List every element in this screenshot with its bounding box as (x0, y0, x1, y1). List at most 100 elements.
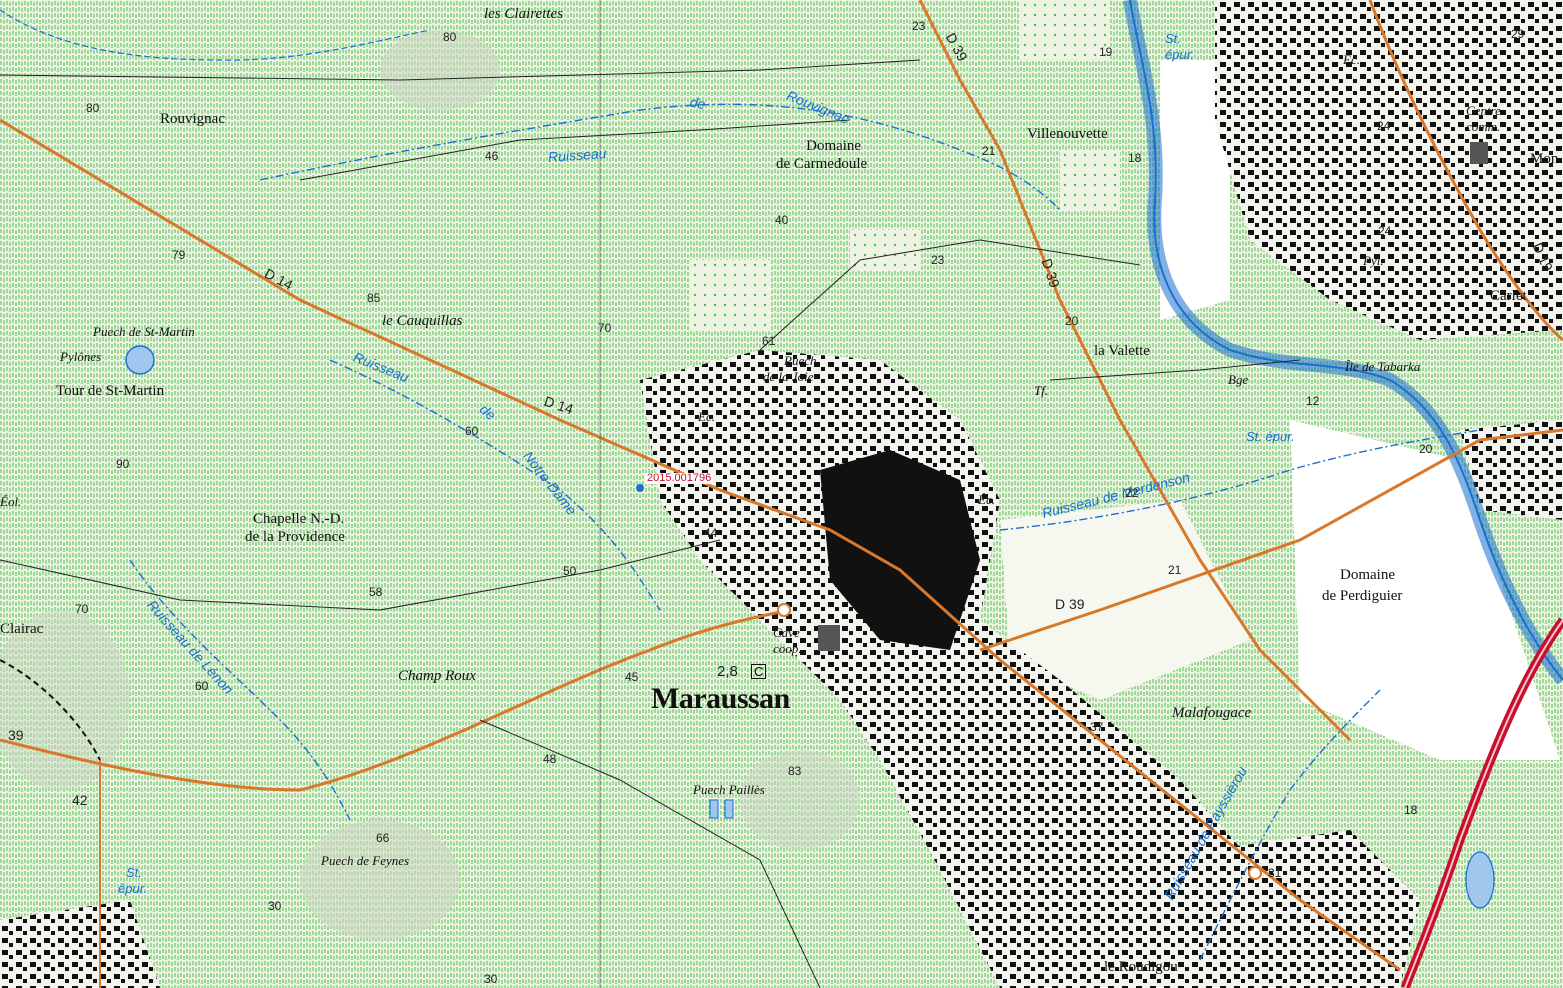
label-ile-tabarka: Île de Tabarka (1345, 359, 1421, 374)
label-malafougace: Malafougace (1172, 705, 1252, 721)
altitude-label: 40 (775, 213, 789, 227)
altitude-label: 30 (484, 972, 498, 986)
reference-label[interactable]: 2015.001796 (645, 473, 714, 484)
label-pyl: Pyl. (1363, 253, 1384, 268)
altitude-label: 46 (485, 149, 499, 163)
label-la-valette: la Valette (1094, 343, 1150, 359)
altitude-label: 24 (1377, 119, 1391, 133)
altitude-label: 60 (465, 424, 479, 438)
label-clairac: Clairac (0, 621, 44, 637)
altitude-label: 2,8 (717, 663, 738, 680)
altitude-label: 29 (1511, 27, 1525, 41)
altitude-label: 12 (1306, 394, 1320, 408)
altitude-label: 58 (369, 585, 383, 599)
altitude-label: 44 (704, 526, 718, 540)
label-villenouvette: Villenouvette (1027, 126, 1108, 142)
reservoir (125, 345, 155, 375)
label-line: de Carmedoule (776, 156, 868, 172)
altitude-label: 90 (116, 457, 130, 471)
altitude-label: 60 (195, 679, 209, 693)
label-line: Chapelle N.-D. (253, 511, 345, 527)
orchard-area (690, 260, 770, 330)
altitude-label: 37 (1090, 720, 1104, 734)
label-puech-st-martin: Puech de St-Martin (93, 324, 195, 339)
label-le-roudigou: le Roudigou (1104, 959, 1178, 975)
label-line: St. (126, 865, 142, 880)
altitude-label: 19 (1099, 45, 1113, 59)
altitude-label: 80 (86, 101, 100, 115)
label-carlet: Carlet (1490, 288, 1527, 304)
altitude-label: 83 (788, 764, 802, 778)
label-line: coop. (773, 641, 802, 656)
altitude-label: 66 (376, 831, 390, 845)
label-bge: Bge (1228, 372, 1249, 387)
centre-comm-building (1470, 142, 1488, 164)
basin (709, 799, 719, 819)
label-line: épur. (1165, 47, 1195, 62)
label-st-epur-top: St. épur. (1165, 32, 1194, 61)
roundabout (777, 603, 791, 617)
orchard-area (1020, 0, 1110, 60)
altitude-label: 30 (268, 899, 282, 913)
label-tf: Tf. (1034, 383, 1049, 398)
road-label-d39-center: D 39 (1055, 596, 1085, 612)
cave-coop-building (818, 625, 840, 651)
altitude-label: 48 (543, 752, 557, 766)
label-line: de la Providence (245, 529, 345, 545)
altitude-label: 61 (762, 334, 776, 348)
altitude-label: 24 (1378, 224, 1392, 238)
altitude-label: 45 (625, 670, 639, 684)
label-puech-feynes: Puech de Feynes (321, 853, 410, 868)
label-chapelle-providence: Chapelle N.-D. de la Providence (245, 512, 345, 545)
altitude-label: 80 (443, 30, 457, 44)
label-pylones: Pylônes (60, 349, 102, 364)
label-line: Centre (1466, 103, 1501, 118)
symbol-c: C (751, 664, 767, 679)
altitude-label: 20 (1419, 442, 1433, 456)
altitude-label: 23 (912, 19, 926, 33)
altitude-label: 85 (367, 291, 381, 305)
roundabout (1248, 866, 1262, 880)
label-ec-mid: Éc. (698, 409, 715, 424)
label-ec-top: Ec. (1343, 52, 1360, 67)
road-label-42: 42 (72, 792, 88, 808)
label-maraussan: Maraussan (651, 682, 790, 715)
altitude-label: 23 (931, 253, 945, 267)
label-line: Domaine (1340, 567, 1395, 583)
label-ruisseau-rouvignac-3: Ruisseau (547, 144, 607, 166)
altitude-label: 79 (172, 248, 186, 262)
orchard-area (850, 230, 920, 270)
label-line: épur. (118, 881, 148, 896)
label-rouvignac: Rouvignac (160, 111, 225, 127)
label-puech-de-la-joie: Puech de la Joie (760, 353, 817, 384)
road-label-39: 39 (8, 727, 24, 743)
survey-point (636, 484, 644, 492)
label-eol: Éol. (0, 494, 22, 509)
label-champ-roux: Champ Roux (398, 668, 476, 684)
map-base-layer (0, 0, 1563, 988)
altitude-label: 18 (1404, 803, 1418, 817)
label-puech-pailles: Puech Paillès (693, 782, 765, 797)
label-domaine-carmedoule: Domaine de Carmedoule (776, 138, 867, 172)
label-le-cauquillas: le Cauquillas (382, 313, 463, 329)
label-st-epur-mid: St. épur. (1246, 429, 1295, 444)
label-centre-comm: Centre comm. (1466, 104, 1501, 133)
altitude-label: 31 (1268, 866, 1282, 880)
label-line: Cave (773, 625, 800, 640)
label-line: de la Joie (762, 369, 814, 384)
label-ruisseau-rouvignac-1: de (688, 93, 708, 113)
label-domaine-perdiguier: Domaine de Perdiguier (1322, 568, 1402, 604)
orchard-area (1060, 150, 1120, 210)
label-line: Domaine (806, 138, 862, 154)
label-st-epur-bot: St. épur. (118, 866, 147, 895)
label-line: comm. (1466, 119, 1501, 134)
label-line: St. (1165, 31, 1181, 46)
pond (1465, 851, 1495, 909)
topographic-map[interactable]: les Clairettes Rouvignac Domaine de Carm… (0, 0, 1563, 988)
label-tour-st-martin: Tour de St-Martin (56, 383, 165, 399)
altitude-label: 70 (75, 602, 89, 616)
altitude-label: 70 (598, 321, 612, 335)
altitude-label: 21 (1168, 563, 1182, 577)
label-les-clairettes: les Clairettes (484, 6, 564, 22)
label-line: Puech (784, 353, 817, 368)
